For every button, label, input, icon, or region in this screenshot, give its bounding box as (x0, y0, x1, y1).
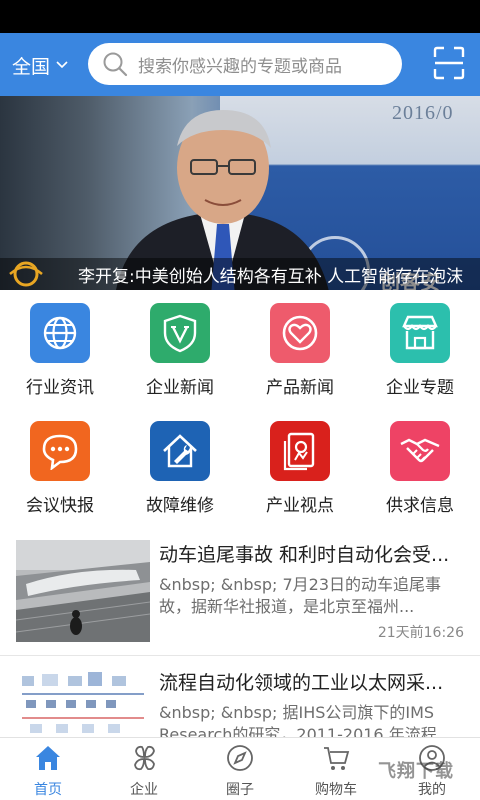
tab-enterprise[interactable]: 企业 (96, 738, 192, 800)
app-root: 全国 搜索你感兴趣的专题或商品 2016/0 创客安 李开复:中美创始人结构各有… (0, 0, 480, 800)
search-icon (103, 52, 128, 77)
region-label: 全国 (12, 55, 51, 78)
chat-bubble-icon (30, 421, 90, 481)
category-company-news[interactable]: 企业新闻 (120, 296, 240, 398)
category-label: 企业新闻 (146, 378, 214, 398)
tab-label: 圈子 (226, 782, 254, 798)
compass-icon (227, 745, 253, 771)
tab-home[interactable]: 首页 (0, 738, 96, 800)
news-summary: &nbsp; &nbsp; 7月23日的动车追尾事故，据新华社报道，是北京至福州… (159, 575, 442, 616)
news-item[interactable]: 动车追尾事故 和利时自动化会受... &nbsp; &nbsp; 7月23日的动… (0, 528, 480, 656)
category-repair[interactable]: 故障维修 (120, 414, 240, 516)
news-title: 动车追尾事故 和利时自动化会受... (159, 544, 450, 566)
region-selector[interactable]: 全国 (12, 51, 68, 79)
tab-label: 首页 (34, 782, 62, 798)
category-industry-news[interactable]: 行业资讯 (0, 296, 120, 398)
category-supply-demand[interactable]: 供求信息 (360, 414, 480, 516)
home-icon (36, 746, 60, 770)
tab-cart[interactable]: 购物车 (288, 738, 384, 800)
tab-circle[interactable]: 圈子 (192, 738, 288, 800)
storefront-icon (390, 303, 450, 363)
category-label: 会议快报 (26, 496, 94, 516)
house-wrench-icon (150, 421, 210, 481)
category-label: 产业视点 (266, 496, 334, 516)
handshake-icon (390, 421, 450, 481)
banner-caption: 李开复:中美创始人结构各有互补 人工智能存在泡沫 (78, 266, 464, 287)
category-industry-view[interactable]: 产业视点 (240, 414, 360, 516)
news-thumbnail-train (16, 540, 150, 642)
search-input[interactable]: 搜索你感兴趣的专题或商品 (88, 43, 402, 85)
category-company-topics[interactable]: 企业专题 (360, 296, 480, 398)
category-label: 企业专题 (386, 378, 454, 398)
search-placeholder: 搜索你感兴趣的专题或商品 (138, 56, 342, 77)
heart-ring-icon (270, 303, 330, 363)
v-shield-icon (150, 303, 210, 363)
category-label: 产品新闻 (266, 378, 334, 398)
cart-icon (324, 747, 350, 770)
clover-icon (134, 745, 155, 771)
category-meeting-news[interactable]: 会议快报 (0, 414, 120, 516)
category-label: 行业资讯 (26, 378, 94, 398)
banner-backdrop-date: 2016/0 (392, 102, 454, 124)
news-title: 流程自动化领域的工业以太网采... (159, 672, 444, 694)
category-product-news[interactable]: 产品新闻 (240, 296, 360, 398)
tab-label: 购物车 (315, 782, 357, 798)
scan-icon[interactable] (433, 46, 465, 80)
chevron-down-icon (56, 61, 68, 69)
category-label: 故障维修 (146, 496, 214, 516)
globe-icon (30, 303, 90, 363)
banner-caption-bar: 李开复:中美创始人结构各有互补 人工智能存在泡沫 (0, 258, 480, 290)
banner-carousel[interactable]: 2016/0 创客安 李开复:中美创始人结构各有互补 人工智能存在泡沫 (0, 96, 480, 290)
document-chart-icon (270, 421, 330, 481)
category-label: 供求信息 (386, 496, 454, 516)
tab-label: 企业 (130, 782, 158, 798)
watermark-text: 飞翔下载 (378, 761, 454, 782)
news-time: 21天前16:26 (377, 625, 464, 641)
status-bar (0, 0, 480, 33)
site-watermark: 飞翔下载 (378, 757, 472, 787)
media-logo-icon (9, 261, 43, 287)
top-header: 全国 搜索你感兴趣的专题或商品 (0, 33, 480, 96)
